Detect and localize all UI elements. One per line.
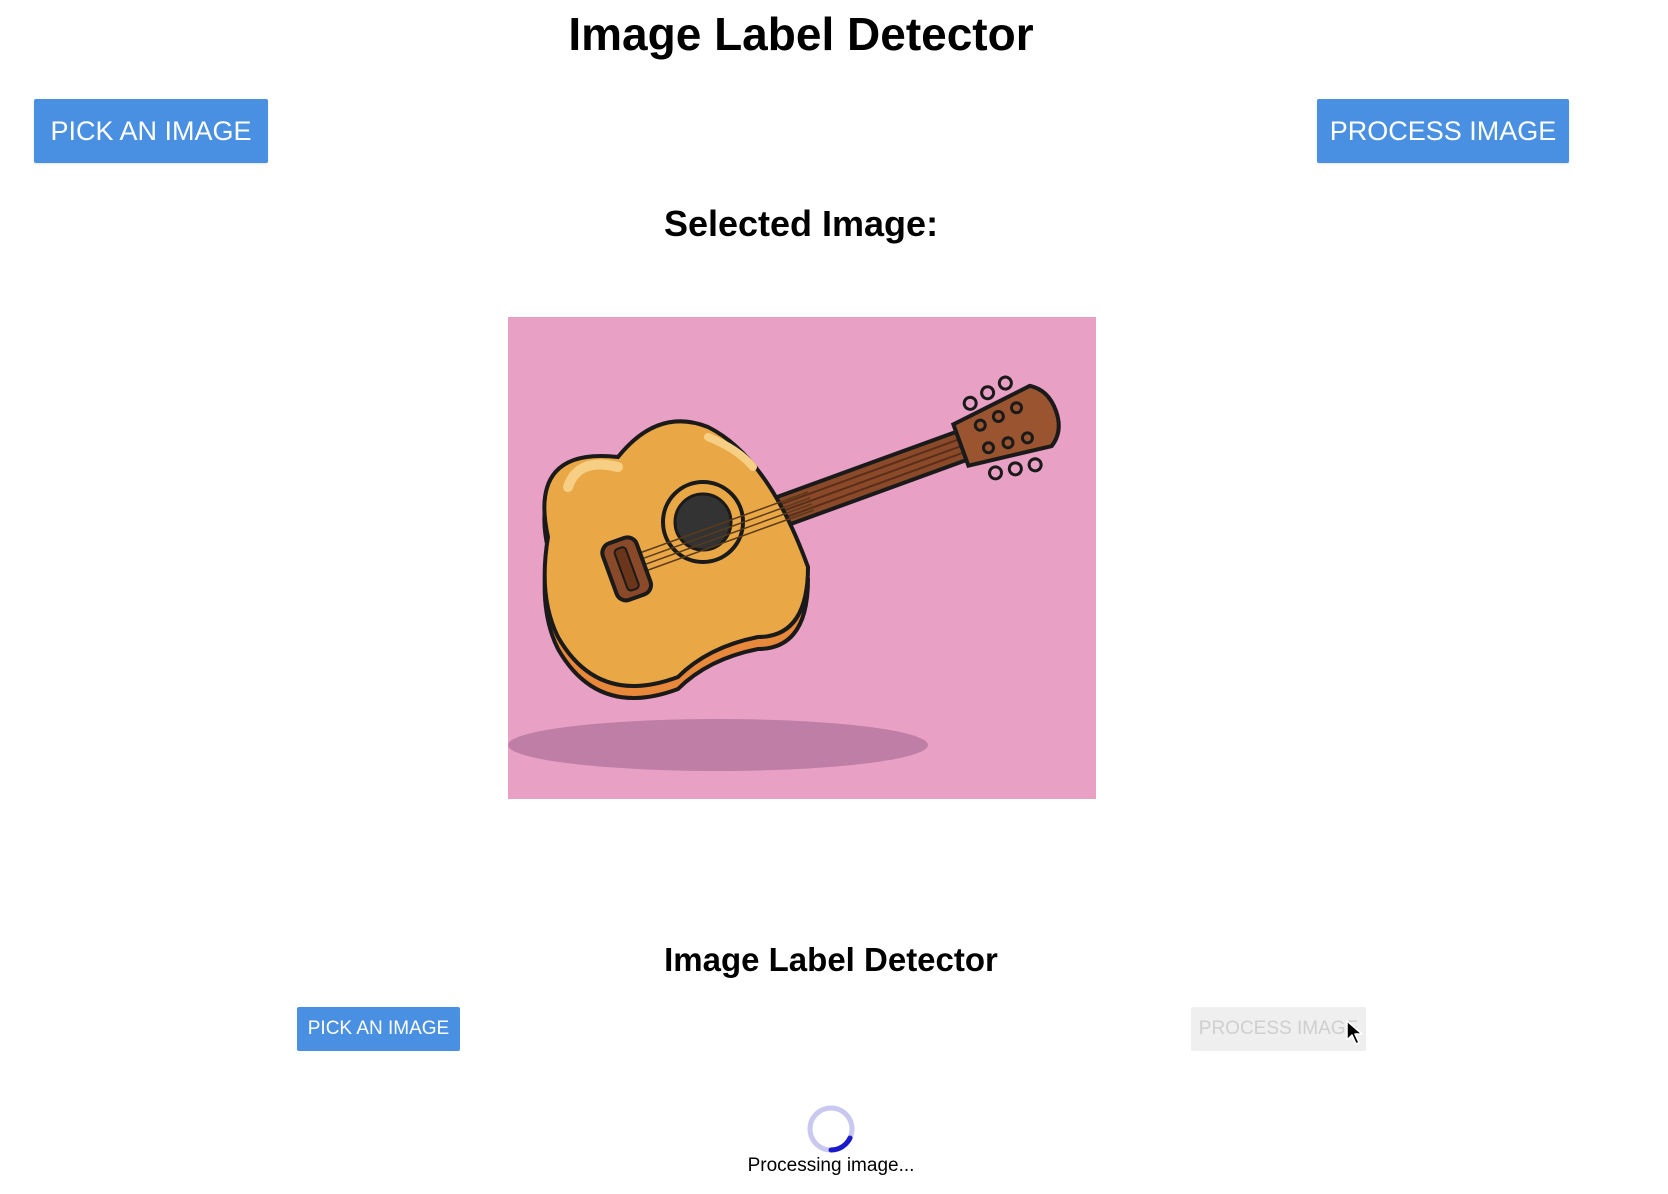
overlay-title: Image Label Detector: [664, 941, 998, 978]
overlay-pick-image-button[interactable]: PICK AN IMAGE: [297, 1007, 460, 1051]
selected-image-preview: [508, 317, 1096, 799]
selected-image-heading: Selected Image:: [663, 203, 939, 244]
pick-image-button[interactable]: PICK AN IMAGE: [34, 99, 268, 163]
page-title: Image Label Detector: [568, 8, 1034, 60]
loading-spinner-icon: [807, 1105, 855, 1153]
processing-status-text: Processing image...: [747, 1155, 915, 1176]
guitar-illustration: [508, 375, 1061, 771]
overlay-process-image-button[interactable]: PROCESS IMAGE: [1191, 1007, 1366, 1051]
process-image-button[interactable]: PROCESS IMAGE: [1317, 99, 1569, 163]
mouse-cursor-icon: [1346, 1020, 1363, 1045]
